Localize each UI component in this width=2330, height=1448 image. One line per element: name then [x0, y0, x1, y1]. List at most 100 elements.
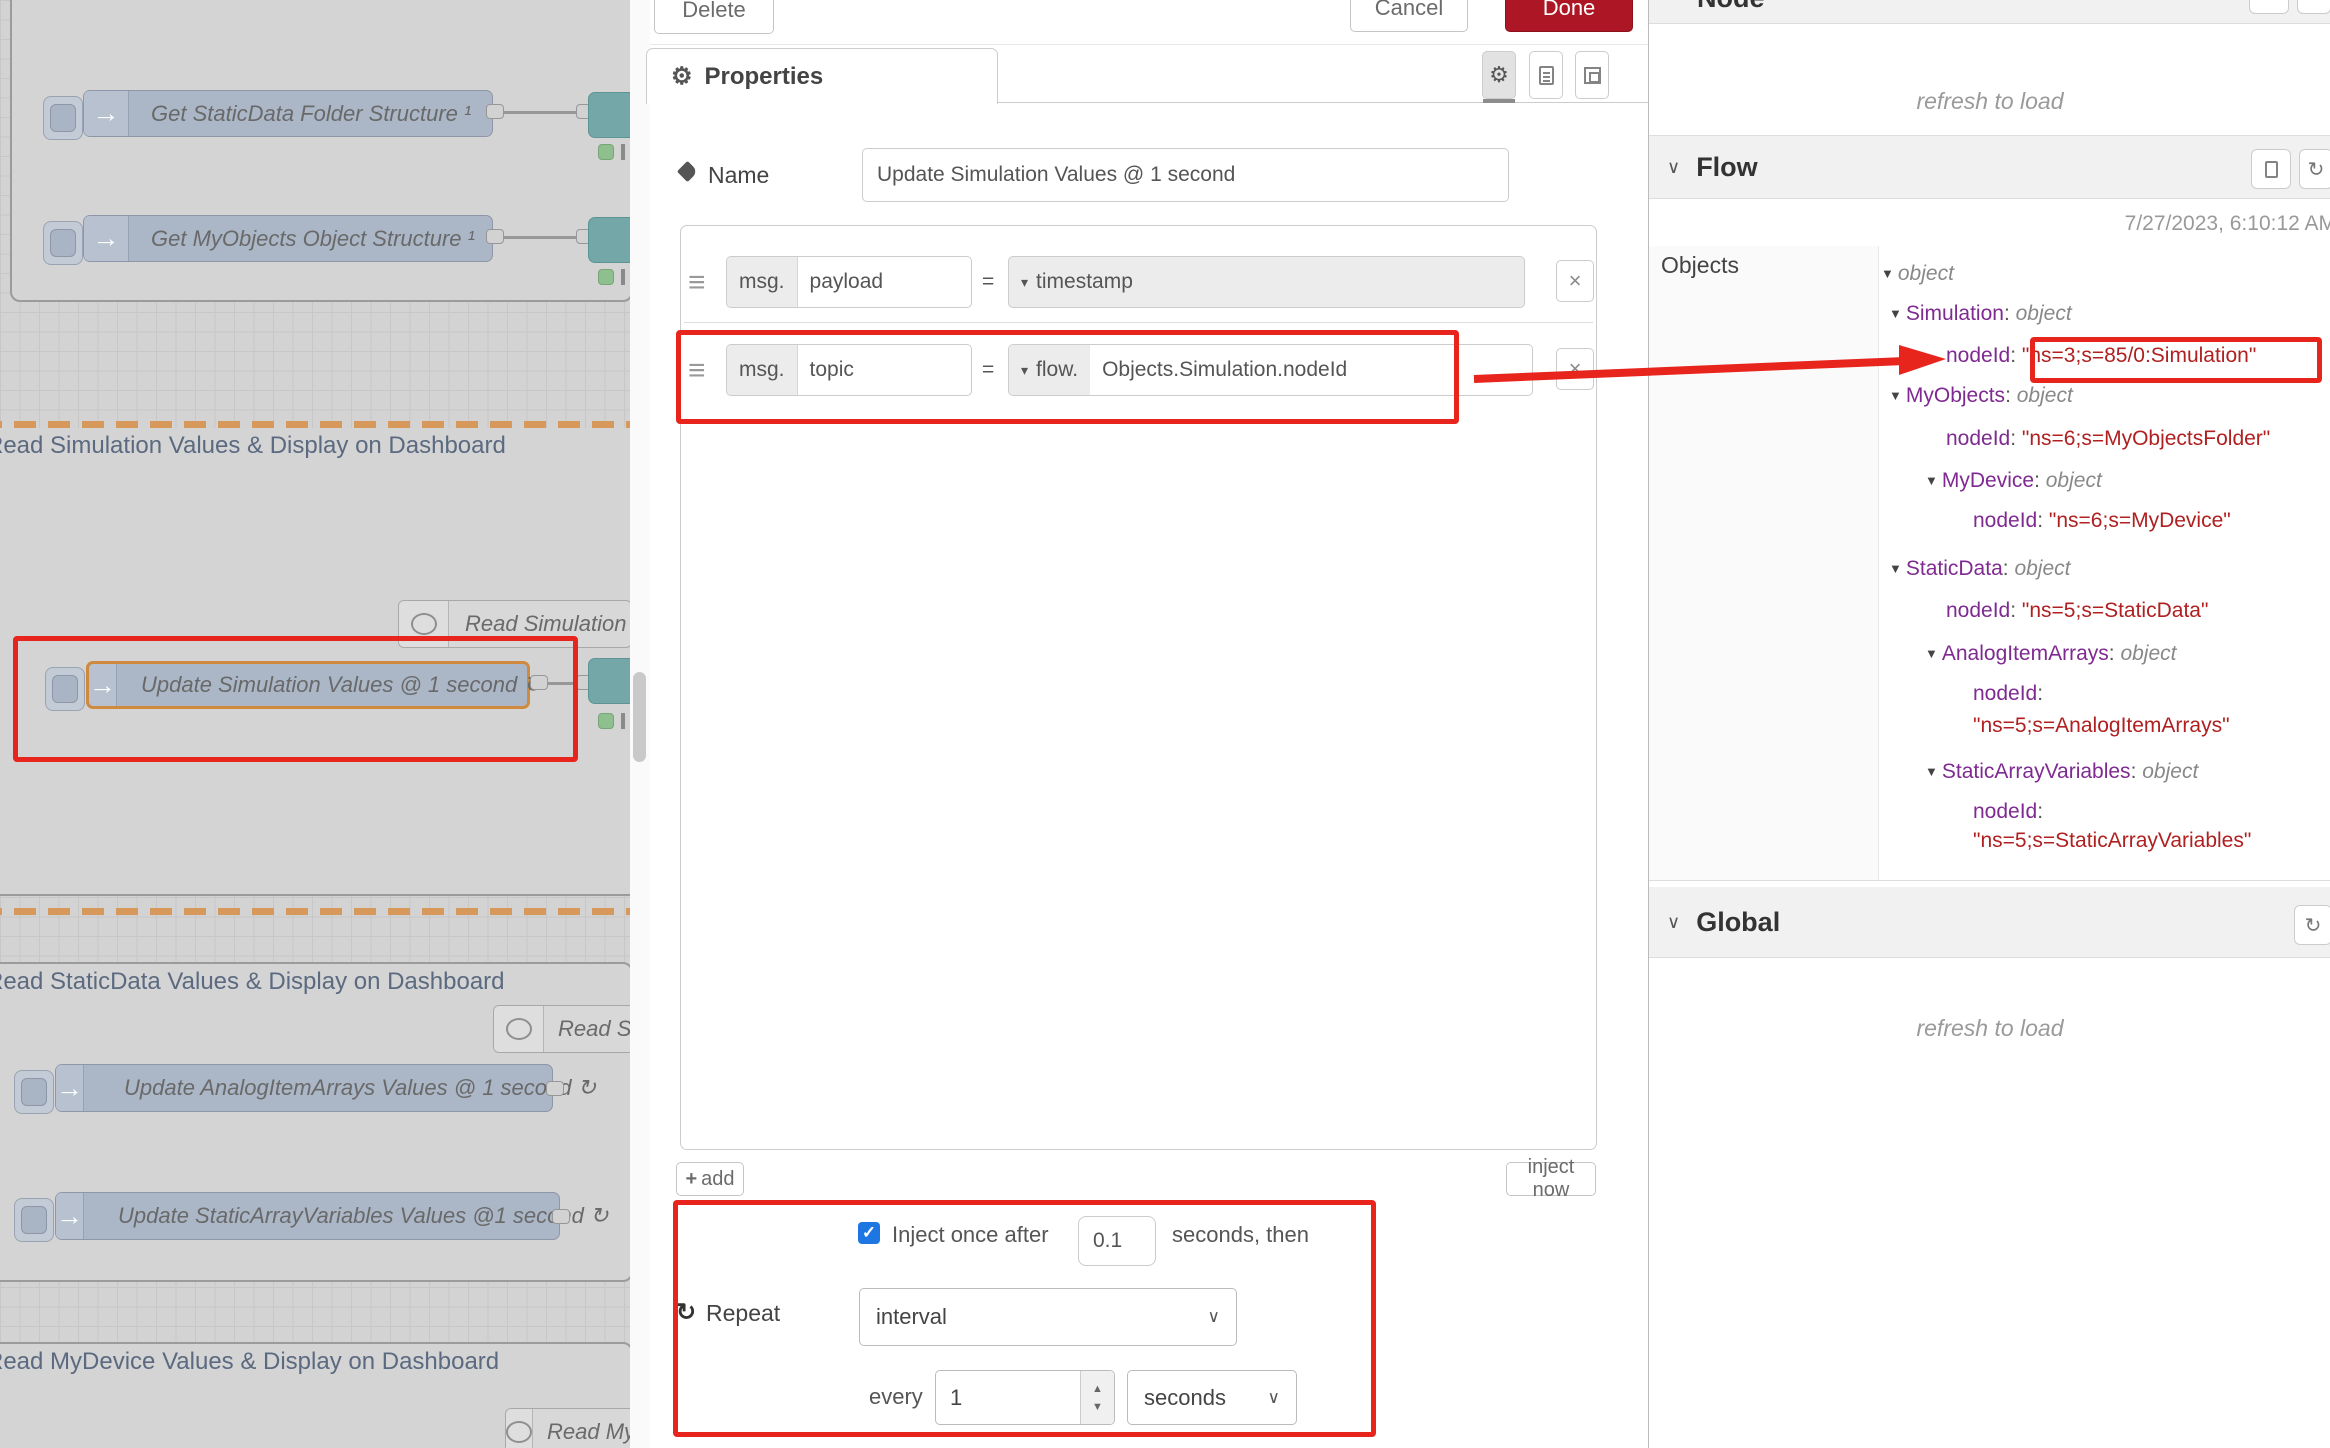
tab-description-button[interactable]	[1529, 51, 1563, 99]
tree-row-value-wrap[interactable]: "ns=5;s=AnalogItemArrays"	[1973, 714, 2230, 738]
refresh-flow-context-button[interactable]: ↻	[2299, 149, 2330, 189]
comment-node[interactable]: Read S	[493, 1005, 638, 1053]
tab-properties[interactable]: ⚙ Properties	[646, 48, 998, 104]
tab-properties-icon-button[interactable]: ⚙	[1482, 51, 1516, 99]
tree-row[interactable]: ▼AnalogItemArrays: object	[1925, 642, 2177, 666]
inject-trigger-button[interactable]	[14, 1070, 54, 1114]
tree-value: "ns=6;s=MyObjectsFolder"	[2022, 427, 2270, 450]
refresh-node-context-button[interactable]: ↻	[2297, 0, 2330, 14]
tree-row[interactable]: ▼StaticArrayVariables: object	[1925, 760, 2198, 784]
node-section-header[interactable]: Node	[1649, 0, 2330, 24]
tree-row[interactable]: nodeId: "ns=6;s=MyObjectsFolder"	[1946, 427, 2270, 451]
open-flow-context-button[interactable]	[2251, 149, 2291, 189]
canvas-scrollbar[interactable]	[630, 0, 650, 1448]
collapse-caret-icon[interactable]: ▼	[1889, 306, 1902, 321]
inject-trigger-button[interactable]	[43, 96, 83, 140]
property-input[interactable]: topic	[798, 345, 971, 395]
name-input[interactable]: Update Simulation Values @ 1 second	[862, 148, 1509, 202]
remove-rule-button[interactable]: ×	[1556, 348, 1594, 390]
tree-key: AnalogItemArrays	[1942, 642, 2109, 665]
inject-node[interactable]: → Update StaticArrayVariables Values @1 …	[55, 1192, 560, 1240]
inject-arrow-icon: →	[56, 1065, 84, 1111]
tree-row[interactable]: nodeId: "ns=6;s=MyDevice"	[1973, 509, 2231, 533]
every-value-stepper[interactable]: 1 ▲▼	[935, 1370, 1115, 1425]
collapse-caret-icon[interactable]: ▼	[1881, 266, 1894, 281]
inject-arrow-icon: →	[84, 91, 129, 136]
output-port[interactable]	[530, 675, 548, 690]
collapse-caret-icon[interactable]: ▼	[1889, 561, 1902, 576]
inject-now-button[interactable]: inject now	[1506, 1162, 1596, 1196]
arrow-up-icon[interactable]: ▲	[1092, 1383, 1103, 1395]
flow-section-header[interactable]: ∨ Flow	[1649, 136, 2330, 199]
drag-handle-icon[interactable]: ≡	[688, 266, 706, 300]
rule-property-field[interactable]: msg. topic	[726, 344, 972, 396]
status-dot	[598, 144, 614, 160]
chevron-down-icon[interactable]: ∨	[1667, 157, 1680, 178]
tree-row[interactable]: nodeId:	[1973, 682, 2043, 706]
inject-once-checkbox[interactable]: ✓	[858, 1222, 880, 1244]
name-label: Name	[708, 162, 769, 189]
tree-row[interactable]: ▼StaticData: object	[1889, 557, 2070, 581]
inject-trigger-button[interactable]	[43, 221, 83, 265]
global-section-header[interactable]: ∨ Global	[1649, 887, 2330, 958]
scrollbar-thumb[interactable]	[633, 672, 646, 762]
tree-key: nodeId	[1973, 682, 2037, 705]
type-dropdown-icon[interactable]: ▾	[1021, 362, 1028, 379]
value-input[interactable]: Objects.Simulation.nodeId	[1090, 345, 1532, 395]
tree-row-value-wrap[interactable]: "ns=5;s=StaticArrayVariables"	[1973, 829, 2251, 853]
type-dropdown-icon[interactable]: ▾	[1021, 274, 1028, 291]
gear-icon: ⚙	[671, 62, 693, 91]
inject-node[interactable]: → Get MyObjects Object Structure ¹	[83, 215, 493, 262]
tree-row[interactable]: nodeId: "ns=3;s=85/0:Simulation"	[1946, 344, 2256, 368]
remove-rule-button[interactable]: ×	[1556, 260, 1594, 302]
inject-node-selected[interactable]: → Update Simulation Values @ 1 second ↻	[86, 661, 530, 709]
stepper-arrows[interactable]: ▲▼	[1080, 1371, 1114, 1424]
inject-node[interactable]: → Update AnalogItemArrays Values @ 1 sec…	[55, 1064, 553, 1112]
inject-once-seconds-value: 0.1	[1093, 1229, 1122, 1253]
refresh-global-context-button[interactable]: ↻	[2294, 905, 2330, 945]
collapse-caret-icon[interactable]: ▼	[1925, 473, 1938, 488]
property-input[interactable]: payload	[798, 257, 971, 307]
flow-canvas[interactable]: → Get StaticData Folder Structure ¹ → Ge…	[0, 0, 650, 1448]
output-port[interactable]	[552, 1209, 570, 1224]
tree-key: Simulation	[1906, 302, 2004, 325]
copy-node-context-button[interactable]	[2249, 0, 2289, 14]
status-text-fragment	[621, 144, 625, 160]
inject-once-seconds-input[interactable]: 0.1	[1078, 1216, 1156, 1266]
every-unit-value: seconds	[1144, 1385, 1226, 1411]
tab-appearance-button[interactable]	[1575, 51, 1609, 99]
collapse-caret-icon[interactable]: ▼	[1889, 388, 1902, 403]
comment-node[interactable]: Read Simulation	[398, 600, 632, 648]
status-text-fragment	[621, 713, 625, 729]
tree-row[interactable]: ▼object	[1881, 262, 1954, 286]
tree-row[interactable]: ▼MyObjects: object	[1889, 384, 2073, 408]
context-key-objects[interactable]: Objects	[1661, 252, 1739, 279]
add-rule-button[interactable]: + add	[676, 1162, 744, 1196]
every-unit-select[interactable]: seconds ∨	[1127, 1370, 1297, 1425]
collapse-caret-icon[interactable]: ▼	[1925, 646, 1938, 661]
wire	[500, 111, 580, 114]
tree-row[interactable]: ▼Simulation: object	[1889, 302, 2072, 326]
collapse-caret-icon[interactable]: ▼	[1925, 764, 1938, 779]
rule-value-field[interactable]: ▾ timestamp	[1008, 256, 1525, 308]
arrow-down-icon[interactable]: ▼	[1092, 1401, 1103, 1413]
output-port[interactable]	[486, 229, 504, 244]
cancel-button[interactable]: Cancel	[1350, 0, 1468, 32]
inject-trigger-button[interactable]	[45, 667, 85, 711]
rule-value-field[interactable]: ▾ flow. Objects.Simulation.nodeId	[1008, 344, 1533, 396]
repeat-select[interactable]: interval ∨	[859, 1288, 1237, 1346]
node-red-editor: → Get StaticData Folder Structure ¹ → Ge…	[0, 0, 2330, 1448]
output-port[interactable]	[546, 1081, 564, 1096]
comment-node[interactable]: Read MyD	[505, 1408, 640, 1448]
done-button[interactable]: Done	[1505, 0, 1633, 32]
tree-row[interactable]: nodeId: "ns=5;s=StaticData"	[1946, 599, 2208, 623]
rule-property-field[interactable]: msg. payload	[726, 256, 972, 308]
inject-node[interactable]: → Get StaticData Folder Structure ¹	[83, 90, 493, 137]
drag-handle-icon[interactable]: ≡	[688, 354, 706, 388]
tree-row[interactable]: ▼MyDevice: object	[1925, 469, 2102, 493]
inject-trigger-button[interactable]	[14, 1198, 54, 1242]
chevron-down-icon[interactable]: ∨	[1667, 912, 1680, 933]
delete-button[interactable]: Delete	[654, 0, 774, 34]
output-port[interactable]	[486, 104, 504, 119]
tree-row[interactable]: nodeId:	[1973, 800, 2043, 824]
